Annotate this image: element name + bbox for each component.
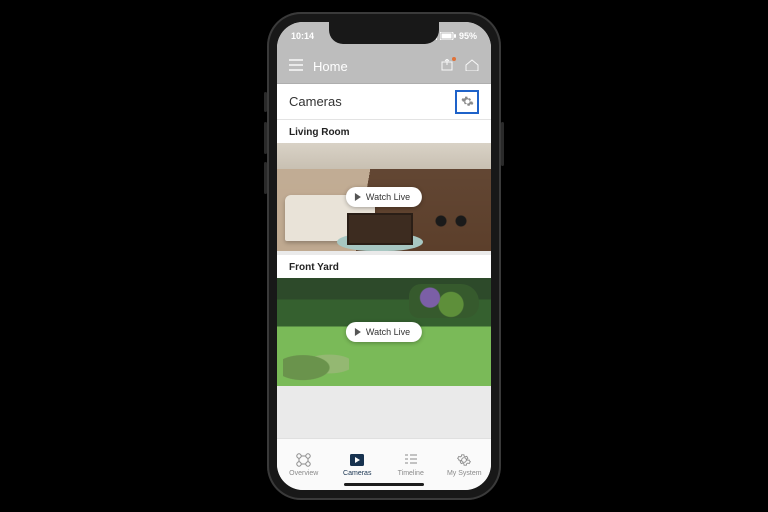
gear-icon — [461, 95, 474, 108]
status-time: 10:14 — [291, 31, 314, 41]
camera-label: Front Yard — [277, 255, 491, 278]
hamburger-icon[interactable] — [289, 58, 303, 76]
camera-label: Living Room — [277, 120, 491, 143]
camera-card: Front Yard Watch Live — [277, 255, 491, 386]
power-button — [501, 122, 504, 166]
notch — [329, 22, 439, 44]
play-icon — [355, 328, 361, 336]
tab-label: Overview — [289, 470, 318, 477]
notification-dot — [452, 57, 456, 61]
home-icon[interactable] — [465, 58, 479, 76]
watch-live-button[interactable]: Watch Live — [346, 187, 422, 207]
camera-preview-living-room[interactable]: Watch Live — [277, 143, 491, 251]
screen: 10:14 95% Home Cameras — [277, 22, 491, 490]
tab-label: Timeline — [398, 470, 424, 477]
timeline-icon — [403, 453, 419, 467]
watch-live-label: Watch Live — [366, 327, 410, 337]
tab-label: Cameras — [343, 470, 371, 477]
tab-my-system[interactable]: My System — [438, 439, 492, 490]
mute-switch — [264, 92, 267, 112]
share-icon[interactable] — [441, 58, 455, 76]
tab-label: My System — [447, 470, 482, 477]
phone-frame: 10:14 95% Home Cameras — [267, 12, 501, 500]
battery-icon — [440, 32, 456, 40]
cameras-list: Living Room Watch Live Front Yard Watch … — [277, 120, 491, 438]
home-indicator[interactable] — [344, 483, 424, 486]
grid-icon — [296, 453, 312, 467]
app-header: Home — [277, 50, 491, 84]
volume-down-button — [264, 162, 267, 194]
gear-icon — [456, 453, 472, 467]
camera-preview-front-yard[interactable]: Watch Live — [277, 278, 491, 386]
header-title: Home — [313, 59, 431, 74]
camera-settings-button[interactable] — [455, 90, 479, 114]
play-box-icon — [349, 453, 365, 467]
watch-live-label: Watch Live — [366, 192, 410, 202]
section-bar: Cameras — [277, 84, 491, 120]
status-battery: 95% — [459, 31, 477, 41]
play-icon — [355, 193, 361, 201]
tab-overview[interactable]: Overview — [277, 439, 331, 490]
camera-card: Living Room Watch Live — [277, 120, 491, 251]
section-title: Cameras — [289, 94, 342, 109]
volume-up-button — [264, 122, 267, 154]
watch-live-button[interactable]: Watch Live — [346, 322, 422, 342]
